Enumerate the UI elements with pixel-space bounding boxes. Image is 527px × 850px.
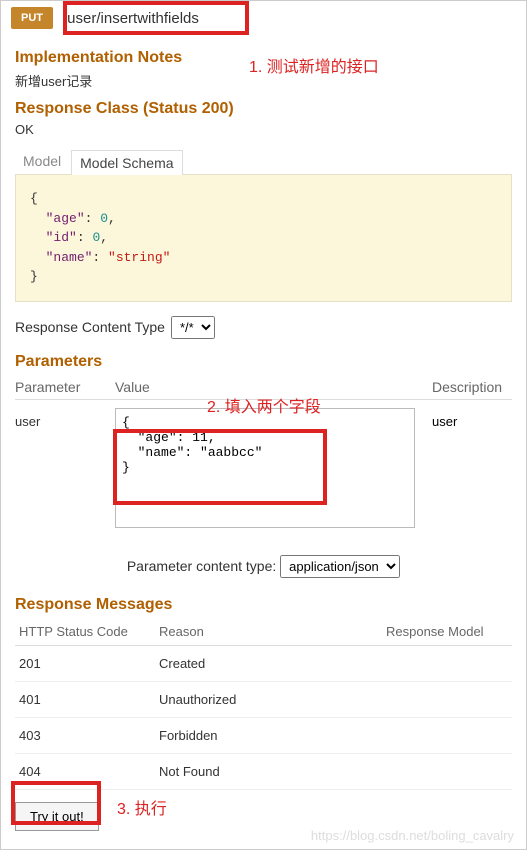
try-it-out-button[interactable]: Try it out!	[15, 802, 99, 831]
impl-notes-text: 新增user记录	[15, 71, 512, 90]
rm-reason: Not Found	[155, 753, 382, 789]
rm-header-reason: Reason	[155, 618, 382, 646]
param-content-type-label: Parameter content type:	[127, 558, 276, 574]
response-content-type-label: Response Content Type	[15, 319, 165, 335]
rm-header-code: HTTP Status Code	[15, 618, 155, 646]
response-message-row: 201Created	[15, 645, 512, 681]
rm-code: 201	[15, 645, 155, 681]
response-message-row: 404Not Found	[15, 753, 512, 789]
parameters-heading: Parameters	[15, 353, 512, 371]
rm-reason: Unauthorized	[155, 681, 382, 717]
rm-code: 404	[15, 753, 155, 789]
response-message-row: 403Forbidden	[15, 717, 512, 753]
response-message-row: 401Unauthorized	[15, 681, 512, 717]
param-value-textarea[interactable]	[115, 408, 415, 528]
param-description: user	[432, 408, 512, 533]
model-schema-box[interactable]: { "age": 0, "id": 0, "name": "string" }	[15, 174, 512, 302]
tab-model-schema[interactable]: Model Schema	[71, 150, 182, 175]
response-class-heading: Response Class (Status 200)	[15, 100, 512, 118]
param-content-type-select[interactable]: application/json	[280, 555, 400, 578]
rm-code: 401	[15, 681, 155, 717]
param-name: user	[15, 408, 115, 533]
impl-notes-heading: Implementation Notes	[15, 49, 512, 67]
rm-reason: Created	[155, 645, 382, 681]
param-header-description: Description	[432, 379, 512, 395]
param-header-value: Value	[115, 379, 432, 395]
response-class-text: OK	[15, 122, 512, 137]
rm-reason: Forbidden	[155, 717, 382, 753]
endpoint-path[interactable]: /user/insertwithfields	[63, 10, 199, 27]
rm-code: 403	[15, 717, 155, 753]
http-method-badge: PUT	[11, 7, 53, 29]
response-messages-heading: Response Messages	[15, 596, 512, 614]
response-content-type-select[interactable]: */*	[171, 316, 215, 339]
tab-model[interactable]: Model	[15, 149, 69, 174]
param-header-parameter: Parameter	[15, 379, 115, 395]
rm-header-model: Response Model	[382, 618, 512, 646]
